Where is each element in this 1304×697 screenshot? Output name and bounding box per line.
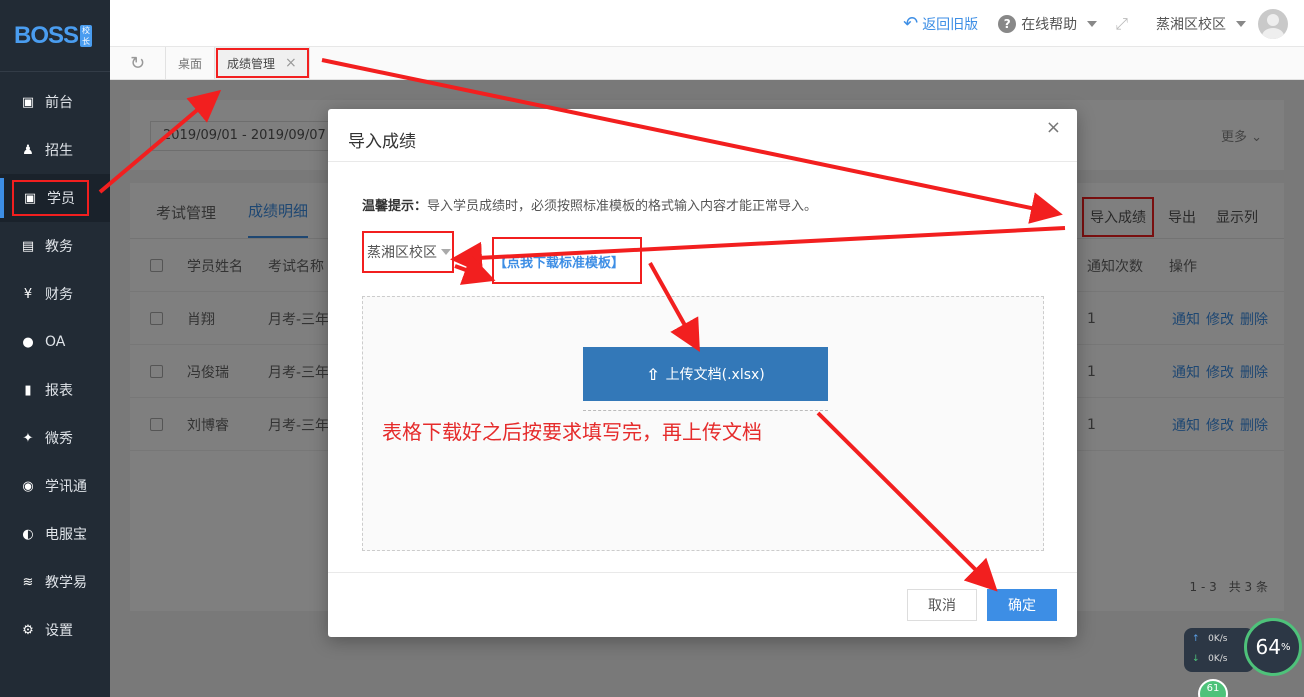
annotation-box-students: ▣ 学员 [12,180,89,216]
sidebar-item-label: 招生 [45,143,73,159]
sidebar-item-finance[interactable]: ¥ 财务 [0,270,110,318]
campus-label: 蒸湘区校区 [1156,16,1226,33]
sidebar-item-label: 设置 [45,623,73,639]
teach-icon: ≋ [22,574,34,590]
close-icon[interactable]: × [1046,117,1061,138]
tip-label: 温馨提示： [362,199,428,214]
logo[interactable]: BOSS 校长 [0,0,110,72]
arrow-down-icon: ↓ [1192,654,1200,664]
book-icon: ▤ [21,238,35,254]
sidebar-item-label: 电服宝 [45,527,87,543]
download-template-link[interactable]: 【点我下载标准模板】 [494,252,624,271]
tab-score-management[interactable]: 成绩管理 × [215,47,310,79]
tab-label: 成绩管理 [227,56,276,71]
campus-menu[interactable]: 蒸湘区校区 [1156,14,1246,34]
sidebar-item-settings[interactable]: ⚙ 设置 [0,606,110,654]
sidebar: BOSS 校长 ▣ 前台 ♟ 招生 ▣ 学员 ▤ 教务 ¥ 财务 ● OA ▮ 报表 ✦ 微秀 … [0,0,110,697]
gauge-percent: 64 [1255,635,1281,659]
campus-select[interactable]: 蒸湘区校区 [362,231,454,273]
add-user-icon: ♟ [22,142,34,158]
back-old-version-link[interactable]: ↶ 返回旧版 [903,13,978,34]
sidebar-item-dianfubao[interactable]: ◐ 电服宝 [0,510,110,558]
confirm-button[interactable]: 确定 [987,589,1057,621]
tip-text: 温馨提示：导入学员成绩时，必须按照标准模板的格式输入内容才能正常导入。 [362,195,817,214]
logo-text: BOSS [14,21,79,49]
sidebar-item-xuexuntong[interactable]: ◉ 学讯通 [0,462,110,510]
import-scores-dialog: 导入成绩 × 温馨提示：导入学员成绩时，必须按照标准模板的格式输入内容才能正常导… [328,109,1077,637]
gauge-percent-unit: % [1280,641,1291,653]
sidebar-item-label: OA [45,334,66,350]
dialog-title: 导入成绩 [328,109,1077,162]
avatar[interactable] [1258,8,1288,39]
sidebar-item-academic[interactable]: ▤ 教务 [0,222,110,270]
score-badge: 61 [1198,679,1228,697]
chevron-down-icon [1087,20,1098,27]
network-speed-widget[interactable]: ↑ 0K/s ↓ 0K/s 64% 61 [1184,618,1304,697]
dialog-footer: 取消 确定 [328,572,1077,637]
sidebar-item-reception[interactable]: ▣ 前台 [0,78,110,126]
phone-icon: ◐ [22,526,34,542]
sidebar-item-jiaoxueyi[interactable]: ≋ 教学易 [0,558,110,606]
cancel-button[interactable]: 取消 [907,589,977,621]
sidebar-item-label: 报表 [45,383,73,399]
tab-desktop[interactable]: 桌面 [166,47,216,79]
online-help-label: 在线帮助 [1021,16,1078,33]
logo-badge: 校长 [80,24,93,47]
page-tabs: ↻ 桌面 成绩管理 × [110,47,1304,80]
back-old-version-label: 返回旧版 [922,16,979,33]
sidebar-item-reports[interactable]: ▮ 报表 [0,366,110,414]
online-help-menu[interactable]: ? 在线帮助 [998,14,1098,34]
bar-chart-icon: ▮ [24,382,32,398]
yen-icon: ¥ [23,286,33,302]
sidebar-item-label: 微秀 [45,431,73,447]
download-speed-value: 0K/s [1208,654,1228,664]
sidebar-item-oa[interactable]: ● OA [0,318,110,366]
gear-icon: ⚙ [22,622,34,638]
arrow-up-icon: ↑ [1192,634,1200,644]
wechat-show-icon: ✦ [22,430,34,446]
upload-document-button[interactable]: ⇧ 上传文档(.xlsx) [583,347,828,401]
annotation-text: 表格下载好之后按要求填写完，再上传文档 [382,420,762,444]
upload-speed: ↑ 0K/s [1192,634,1228,644]
sidebar-item-weixiu[interactable]: ✦ 微秀 [0,414,110,462]
undo-icon: ↶ [903,13,919,34]
sidebar-item-label: 教务 [45,239,73,255]
refresh-icon[interactable]: ↻ [110,47,166,79]
sidebar-item-label: 学讯通 [45,479,87,495]
sidebar-item-label: 财务 [45,287,73,303]
top-bar: ↶ 返回旧版 ? 在线帮助 ⤢ 蒸湘区校区 [110,0,1304,47]
memory-gauge: 64% [1244,618,1302,676]
sidebar-item-label: 教学易 [45,575,87,591]
tip-body: 导入学员成绩时，必须按照标准模板的格式输入内容才能正常导入。 [427,199,818,214]
student-card-icon: ▣ [23,190,37,206]
upload-divider [583,410,828,411]
calendar-icon: ▣ [21,94,35,110]
sidebar-item-enroll[interactable]: ♟ 招生 [0,126,110,174]
chat-icon: ● [22,334,34,350]
fullscreen-icon[interactable]: ⤢ [1115,14,1128,34]
top-bar-right: ↶ 返回旧版 ? 在线帮助 ⤢ 蒸湘区校区 [903,0,1288,47]
sidebar-nav: ▣ 前台 ♟ 招生 ▣ 学员 ▤ 教务 ¥ 财务 ● OA ▮ 报表 ✦ 微秀 ◉ 学讯通 ◐ 电服… [0,72,110,654]
download-speed: ↓ 0K/s [1192,654,1228,664]
chevron-down-icon [1236,20,1246,27]
sidebar-item-label: 学员 [47,191,75,207]
chevron-down-icon [441,249,451,255]
campus-select-value: 蒸湘区校区 [367,245,437,261]
upload-label: 上传文档(.xlsx) [665,367,765,383]
sidebar-item-label: 前台 [45,95,73,111]
upload-speed-value: 0K/s [1208,634,1228,644]
sidebar-item-students[interactable]: ▣ 学员 [0,174,110,222]
upload-icon: ⇧ [646,364,660,384]
question-icon: ? [998,14,1017,33]
location-pin-icon: ◉ [22,478,34,494]
close-icon[interactable]: × [285,55,297,71]
